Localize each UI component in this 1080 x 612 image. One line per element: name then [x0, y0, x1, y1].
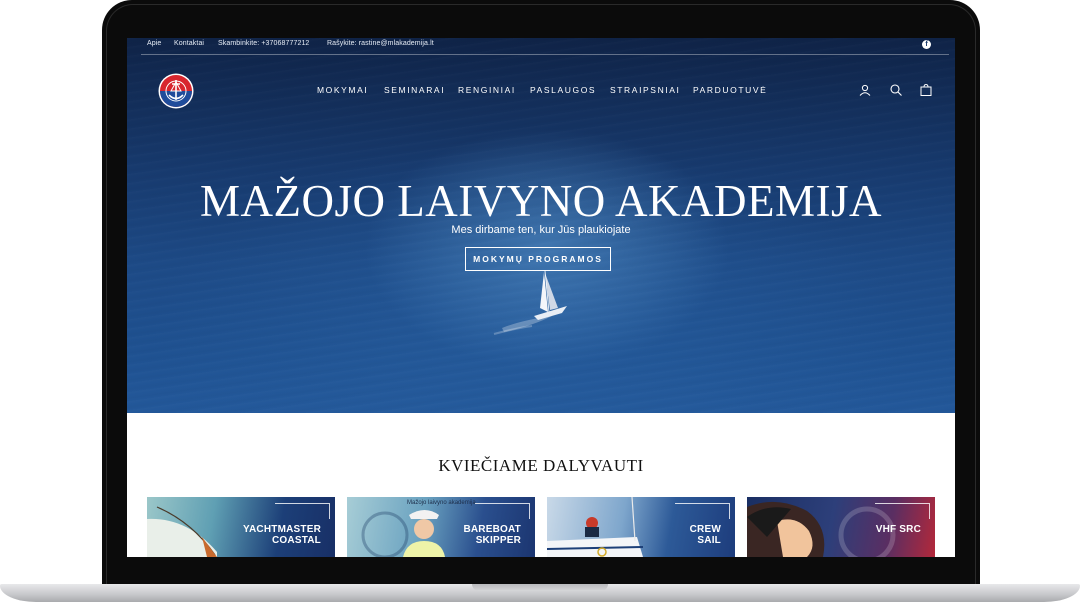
hero-title: MAŽOJO LAIVYNO AKADEMIJA	[200, 176, 882, 226]
topbar-phone[interactable]: Skambinkite: +37068777212	[218, 40, 309, 47]
top-bar: Apie Kontaktai Skambinkite: +37068777212…	[127, 38, 955, 52]
card-title: YACHTMASTER COASTAL	[243, 524, 321, 546]
card-frame	[929, 503, 930, 519]
nav-paslaugos[interactable]: PASLAUGOS	[530, 85, 596, 95]
search-icon[interactable]	[889, 83, 903, 97]
card-frame	[275, 503, 329, 504]
card-title: VHF SRC	[875, 524, 921, 535]
nav-seminarai[interactable]: SEMINARAI	[384, 85, 445, 95]
card-frame	[475, 503, 529, 504]
account-icon[interactable]	[858, 83, 872, 97]
sailboat-image	[493, 270, 567, 335]
course-card-crew[interactable]: CREW SAIL	[547, 497, 735, 557]
laptop-notch	[472, 584, 608, 591]
nav-mokymai[interactable]: MOKYMAI	[317, 85, 368, 95]
card-title: BAREBOAT SKIPPER	[463, 524, 521, 546]
nav-renginiai[interactable]: RENGINIAI	[458, 85, 516, 95]
card-frame	[729, 503, 730, 519]
cart-icon[interactable]	[919, 83, 933, 97]
card-caption: Mažojo laivyno akademija	[407, 500, 476, 506]
card-frame	[875, 503, 929, 504]
hero-banner: Apie Kontaktai Skambinkite: +37068777212…	[127, 38, 955, 413]
section-title: KVIEČIAME DALYVAUTI	[438, 456, 644, 475]
course-card-bareboat[interactable]: Mažojo laivyno akademija BAREBOAT SKIPPE…	[347, 497, 535, 557]
topbar-link-kontaktai[interactable]: Kontaktai	[174, 40, 204, 47]
nav-straipsniai[interactable]: STRAIPSNIAI	[610, 85, 681, 95]
academy-logo[interactable]	[158, 73, 194, 109]
topbar-link-apie[interactable]: Apie	[147, 40, 161, 47]
course-card-vhf[interactable]: VHF SRC	[747, 497, 935, 557]
card-frame	[329, 503, 330, 519]
topbar-divider	[141, 54, 949, 55]
hero-subtitle: Mes dirbame ten, kur Jūs plaukiojate	[451, 224, 631, 236]
topbar-email[interactable]: Rašykite: rastine@mlakademija.lt	[327, 40, 434, 47]
website-screen: Apie Kontaktai Skambinkite: +37068777212…	[127, 38, 955, 557]
course-card-yachtmaster[interactable]: YACHTMASTER COASTAL	[147, 497, 335, 557]
card-title: CREW SAIL	[689, 524, 721, 546]
card-frame	[675, 503, 729, 504]
card-frame	[529, 503, 530, 519]
nav-parduotuve[interactable]: PARDUOTUVĖ	[693, 85, 767, 95]
facebook-icon[interactable]: f	[922, 40, 931, 49]
